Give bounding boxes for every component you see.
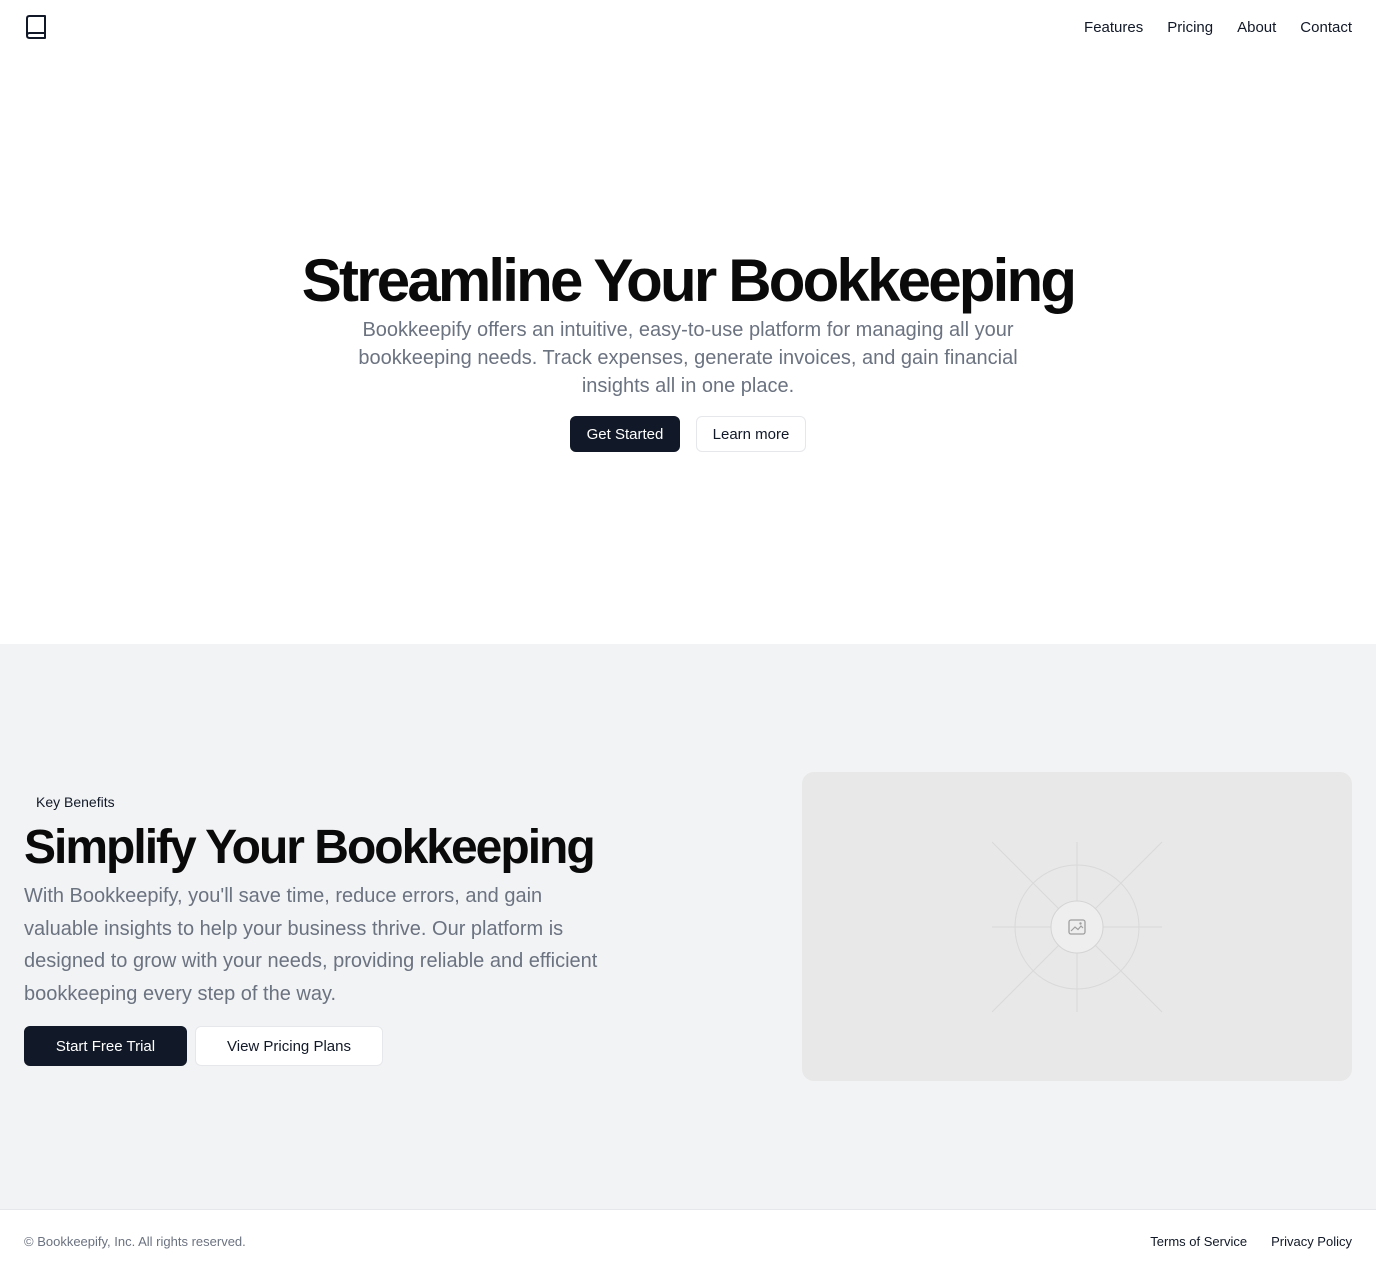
main-nav: Features Pricing About Contact: [1084, 18, 1352, 38]
view-pricing-plans-button[interactable]: View Pricing Plans: [195, 1026, 383, 1066]
benefits-title: Simplify Your Bookkeeping: [24, 821, 596, 874]
site-header: Features Pricing About Contact: [0, 0, 1376, 56]
footer-links: Terms of Service Privacy Policy: [1150, 1234, 1352, 1250]
hero-buttons: Get Started Learn more: [0, 416, 1376, 452]
hero-title: Streamline Your Bookkeeping: [301, 247, 1077, 314]
benefits-text: With Bookkeepify, you'll save time, redu…: [24, 885, 598, 1005]
start-free-trial-button[interactable]: Start Free Trial: [24, 1026, 187, 1066]
nav-link-contact[interactable]: Contact: [1300, 18, 1352, 38]
key-benefits-badge: Key Benefits: [36, 794, 115, 810]
nav-link-about[interactable]: About: [1237, 18, 1276, 38]
benefits-section: Key Benefits Simplify Your Bookkeeping W…: [0, 644, 1376, 1210]
hero-subtitle: Bookkeepify offers an intuitive, easy-to…: [358, 319, 1018, 397]
benefits-buttons: Start Free Trial View Pricing Plans: [24, 1026, 383, 1066]
privacy-policy-link[interactable]: Privacy Policy: [1271, 1234, 1352, 1250]
terms-of-service-link[interactable]: Terms of Service: [1150, 1234, 1247, 1250]
nav-link-pricing[interactable]: Pricing: [1167, 18, 1213, 38]
nav-link-features[interactable]: Features: [1084, 18, 1143, 38]
copyright-text: © Bookkeepify, Inc. All rights reserved.: [24, 1234, 246, 1249]
get-started-button[interactable]: Get Started: [570, 416, 680, 452]
hero-section: Streamline Your Bookkeeping Bookkeepify …: [0, 56, 1376, 644]
learn-more-button[interactable]: Learn more: [696, 416, 806, 452]
image-placeholder: [802, 772, 1352, 1081]
site-footer: © Bookkeepify, Inc. All rights reserved.…: [0, 1209, 1376, 1274]
book-icon[interactable]: [24, 14, 48, 42]
